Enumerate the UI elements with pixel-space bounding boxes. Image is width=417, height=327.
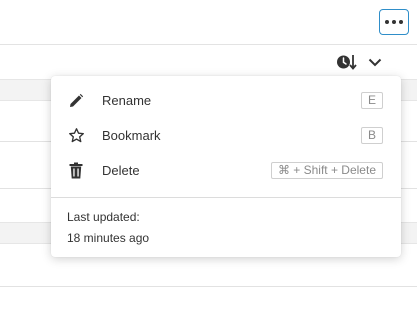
row-divider: [0, 286, 417, 287]
menu-item-label: Bookmark: [102, 128, 161, 143]
menu-divider: [51, 197, 401, 198]
actions-menu: Rename E Bookmark B Delete ⌘ + Shift + D…: [51, 76, 401, 257]
header-divider: [0, 44, 417, 45]
menu-item-delete[interactable]: Delete ⌘ + Shift + Delete: [51, 153, 401, 188]
menu-item-label: Delete: [102, 163, 140, 178]
more-options-button[interactable]: [379, 9, 409, 35]
page: Rename E Bookmark B Delete ⌘ + Shift + D…: [0, 0, 417, 327]
star-outline-icon: [67, 127, 85, 145]
menu-item-label: Rename: [102, 93, 152, 108]
clock-arrow-down-icon[interactable]: [336, 53, 358, 71]
keyboard-shortcut: E: [360, 92, 383, 109]
last-updated-label: Last updated:: [67, 210, 140, 224]
more-horizontal-icon: [385, 20, 403, 24]
chevron-down-icon[interactable]: [368, 57, 382, 67]
keyboard-shortcut: B: [360, 127, 383, 144]
last-updated-value: 18 minutes ago: [67, 231, 150, 245]
last-updated-info: Last updated: 18 minutes ago: [67, 207, 149, 249]
menu-item-rename[interactable]: Rename E: [51, 83, 401, 118]
menu-item-bookmark[interactable]: Bookmark B: [51, 118, 401, 153]
keyboard-shortcut: ⌘ + Shift + Delete: [270, 162, 383, 179]
pencil-icon: [67, 92, 85, 110]
sort-controls: [336, 52, 382, 72]
trash-icon: [67, 162, 85, 180]
